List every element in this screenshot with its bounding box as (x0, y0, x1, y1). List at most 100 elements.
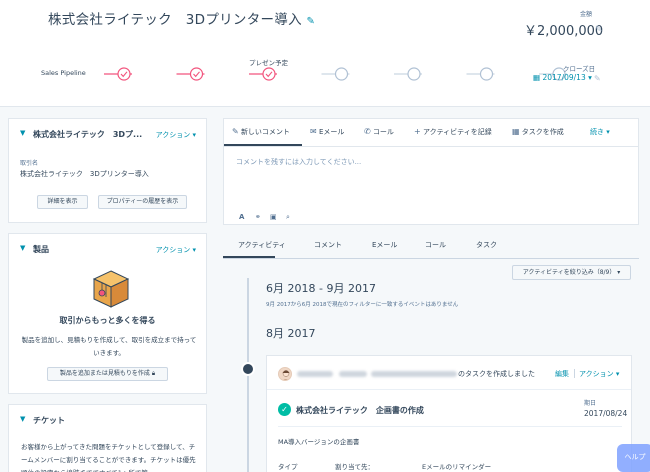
tab-label: Eメール (318, 128, 345, 136)
tab-label: アクティビティを記録 (422, 128, 492, 136)
view-property-history-button[interactable]: プロパティーの履歴を表示 (98, 195, 187, 209)
action-label: アクション (155, 131, 191, 139)
redacted-name (339, 371, 367, 377)
activity-tab-all[interactable]: アクティビティ (238, 240, 286, 250)
due-date-value[interactable]: 2017/08/24 (584, 409, 627, 418)
insert-image-icon[interactable]: ▣ (270, 213, 277, 221)
calendar-icon: ▦ (512, 127, 520, 136)
tab-log-activity[interactable]: + アクティビティを記録 (414, 127, 492, 137)
view-details-button[interactable]: 詳細を表示 (37, 195, 88, 209)
filter-label: アクティビティを絞り込み（8/9） (522, 269, 616, 276)
action-divider (574, 369, 575, 378)
help-button[interactable]: ヘルプ (617, 444, 650, 472)
plus-icon: + (414, 127, 421, 136)
product-empty-title: 取引からもっと多くを得る (59, 316, 156, 325)
deal-about-card: ▼ 株式会社ライテック 3Dプ... アクション ▾ 取引名 株式会社ライテック… (8, 118, 207, 223)
tab-label: コール (372, 128, 394, 136)
insert-link-icon[interactable]: ⚭ (255, 213, 261, 221)
tab-label: 新しいコメント (240, 128, 290, 136)
lock-icon: 🔒︎ (151, 370, 156, 377)
pipeline-stage-node[interactable] (262, 67, 276, 81)
chevron-down-icon: ▾ (588, 73, 592, 82)
ticket-description: お客様から上がってきた問題をチケットとして登録して、チームメンバーに割り当てるこ… (21, 443, 196, 472)
redacted-email (371, 371, 457, 377)
deal-header: 株式会社ライテック 3Dプリンター導入 ✎ 金額 ￥2,000,000 ✎ Sa… (0, 0, 650, 107)
add-product-label: 製品を追加または見積もりを作成 (59, 370, 150, 377)
task-title[interactable]: 株式会社ライテック 企画書の作成 (296, 405, 424, 416)
ticket-card: ▼ チケット お客様から上がってきた問題をチケットとして登録して、チームメンバー… (8, 404, 207, 472)
product-card-title: 製品 (33, 245, 49, 254)
calendar-icon: ▦ (533, 73, 541, 82)
task-actions-label: アクション (579, 370, 614, 378)
task-type-label: タイプ (278, 463, 298, 471)
task-activity-card: のタスクを作成しました 編集 アクション ▾ ✓ 株式会社ライテック 企画書の作… (266, 355, 632, 472)
pipeline-stages (104, 67, 567, 81)
product-card-header[interactable]: ▼ 製品 アクション ▾ (9, 234, 206, 264)
filter-activity-button[interactable]: アクティビティを絞り込み（8/9） ▾ (512, 265, 631, 280)
box-illustration-icon (92, 270, 130, 308)
due-date-label: 期日 (584, 400, 597, 407)
pipeline-stage-node[interactable] (189, 67, 204, 81)
activity-tab-comments[interactable]: コメント (314, 240, 342, 250)
activity-tab-calls[interactable]: コール (425, 240, 446, 250)
activity-composer: ✎ 新しいコメント ✉ Eメール ✆ コール + アクティビティを記録 ▦ タス… (223, 118, 639, 225)
pipeline-stage-node[interactable] (334, 67, 349, 81)
product-empty-description: 製品を追加し、見積もりを作成して、取引を成立まで持っていきます。 (21, 336, 197, 357)
tab-more[interactable]: 続き ▾ (590, 127, 610, 137)
deal-card-title: 株式会社ライテック 3Dプ... (33, 130, 143, 139)
pencil-icon: ✎ (232, 127, 239, 136)
pipeline-stage-node[interactable] (479, 67, 494, 81)
task-reminder-label: Eメールのリマインダー (422, 463, 492, 471)
product-card: ▼ 製品 アクション ▾ 取引からもっと多くを得る 製品を追加し、見積もりを作成… (8, 233, 207, 394)
close-date-text: 2017/09/13 (542, 73, 586, 82)
composer-divider (224, 146, 638, 147)
activity-tab-divider (223, 258, 639, 259)
deal-card-header[interactable]: ▼ 株式会社ライテック 3Dプ... アクション ▾ (9, 119, 206, 149)
ticket-card-header[interactable]: ▼ チケット (9, 405, 206, 435)
deal-card-action-menu[interactable]: アクション ▾ (156, 130, 196, 140)
activity-tab-tasks[interactable]: タスク (476, 240, 497, 250)
user-avatar-icon (282, 370, 290, 380)
task-complete-check-icon[interactable]: ✓ (278, 403, 291, 416)
comment-input[interactable]: コメントを残すには入力してください... (236, 157, 361, 167)
close-date-label: クローズ日 (563, 65, 596, 73)
action-label: アクション (155, 246, 191, 254)
text-format-icon[interactable]: A (239, 213, 244, 221)
collapse-chevron-icon[interactable]: ▼ (20, 244, 25, 252)
tab-label: 続き (590, 128, 604, 136)
pipeline-stage-node[interactable] (117, 67, 131, 81)
task-created-text: のタスクを作成しました (458, 370, 535, 378)
pipeline-stage-node[interactable] (407, 67, 421, 81)
phone-icon: ✆ (364, 127, 371, 136)
task-description: MA導入バージョンの企画書 (278, 438, 360, 446)
tab-call[interactable]: ✆ コール (364, 127, 394, 137)
period-heading: 6月 2018 - 9月 2017 (266, 282, 376, 295)
task-timeline-icon (241, 362, 255, 376)
tab-email[interactable]: ✉ Eメール (310, 127, 344, 137)
tab-new-comment[interactable]: ✎ 新しいコメント (232, 127, 290, 137)
task-divider (267, 389, 631, 390)
tab-label: タスクを作成 (521, 128, 564, 136)
tab-create-task[interactable]: ▦ タスクを作成 (512, 127, 564, 137)
add-product-button[interactable]: 製品を追加または見積もりを作成 🔒︎ (47, 367, 168, 381)
product-card-action-menu[interactable]: アクション ▾ (156, 245, 196, 255)
collapse-chevron-icon[interactable]: ▼ (20, 129, 25, 137)
deal-name-value[interactable]: 株式会社ライテック 3Dプリンター導入 (20, 169, 149, 179)
period-note: 9月 2017から6月 2018で現在のフィルターに一致するイベントはありません (266, 302, 459, 308)
ticket-card-title: チケット (33, 416, 65, 425)
task-action-menu[interactable]: アクション ▾ (579, 369, 619, 379)
edit-task-link[interactable]: 編集 (555, 369, 569, 379)
redacted-name (297, 371, 333, 377)
deal-name-label: 取引名 (20, 160, 39, 167)
task-divider (278, 426, 622, 427)
pipeline-segments (104, 67, 567, 81)
task-assign-label: 割り当て先： (335, 463, 374, 471)
collapse-chevron-icon[interactable]: ▼ (20, 415, 25, 423)
envelope-icon: ✉ (310, 127, 317, 136)
close-date-value[interactable]: ▦ 2017/09/13 ▾ (533, 73, 592, 82)
activity-tab-email[interactable]: Eメール (372, 240, 397, 250)
attach-icon[interactable]: ⌕ (286, 213, 290, 222)
period-heading: 8月 2017 (266, 327, 316, 340)
avatar (278, 367, 292, 381)
close-date-edit-icon[interactable]: ✎ (594, 74, 601, 83)
